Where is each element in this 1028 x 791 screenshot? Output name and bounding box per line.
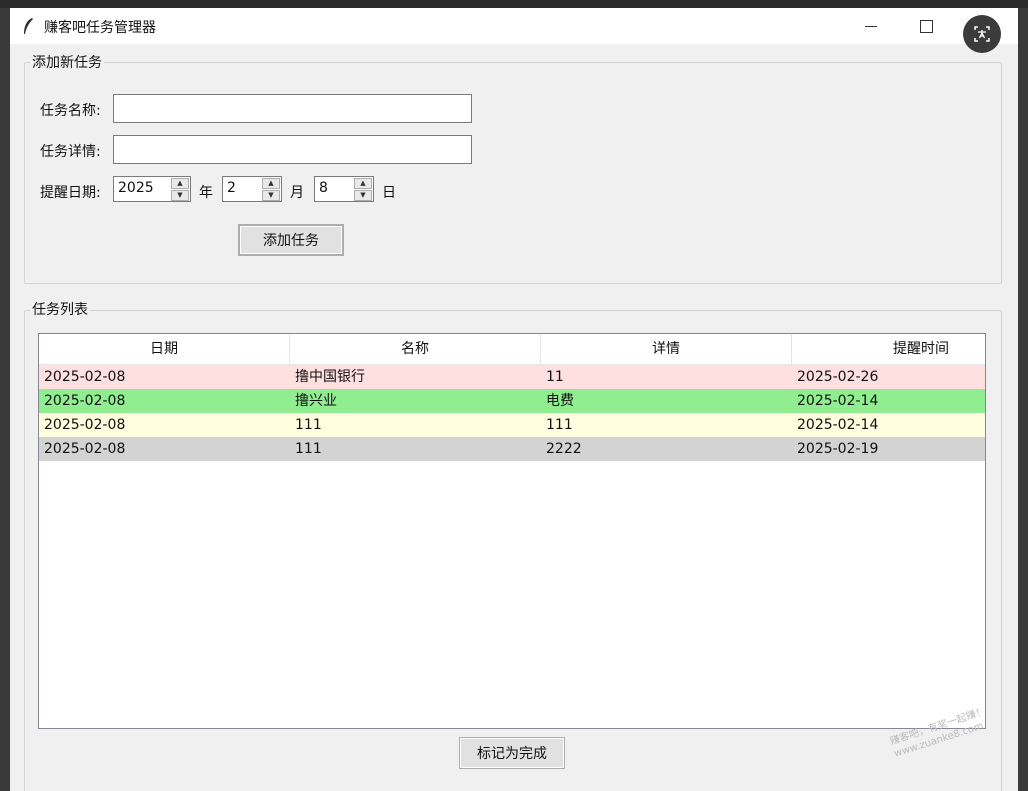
- spin-up-icon[interactable]: ▲: [171, 178, 189, 189]
- spin-up-icon[interactable]: ▲: [262, 178, 280, 189]
- task-table[interactable]: 日期 名称 详情 提醒时间 2025-02-08 撸中国银行 11 2025-0…: [38, 333, 986, 729]
- month-spinbox[interactable]: 2 ▲ ▼: [222, 176, 282, 202]
- cell-date: 2025-02-08: [44, 369, 126, 385]
- spin-down-icon[interactable]: ▼: [171, 190, 189, 201]
- day-unit-label: 日: [382, 185, 396, 201]
- cell-name: 撸兴业: [295, 393, 337, 409]
- cell-remind: 2025-02-19: [797, 441, 879, 457]
- background-strip: [0, 0, 1028, 8]
- cell-date: 2025-02-08: [44, 417, 126, 433]
- task-list-legend: 任务列表: [30, 299, 90, 319]
- spin-down-icon[interactable]: ▼: [262, 190, 280, 201]
- cell-detail: 11: [546, 369, 564, 385]
- minimize-button[interactable]: [848, 8, 894, 44]
- column-header-date[interactable]: 日期: [39, 334, 290, 364]
- day-value: 8: [319, 180, 328, 196]
- column-header-name[interactable]: 名称: [290, 334, 541, 364]
- task-name-input[interactable]: [113, 94, 472, 123]
- cell-remind: 2025-02-14: [797, 417, 879, 433]
- app-window: 赚客吧任务管理器 添加新任务 任务名称: 任务详情: 提醒日期: 2025 ▲ ▼…: [10, 8, 1018, 791]
- cell-name: 撸中国银行: [295, 369, 365, 385]
- cell-remind: 2025-02-14: [797, 393, 879, 409]
- cell-detail: 2222: [546, 441, 582, 457]
- table-row[interactable]: 2025-02-08 撸中国银行 11 2025-02-26: [39, 365, 985, 389]
- window-title: 赚客吧任务管理器: [44, 20, 156, 36]
- spin-up-icon[interactable]: ▲: [354, 178, 372, 189]
- day-spinbox[interactable]: 8 ▲ ▼: [314, 176, 374, 202]
- task-detail-input[interactable]: [113, 135, 472, 164]
- task-detail-label: 任务详情:: [40, 144, 101, 160]
- minimize-icon: [865, 25, 877, 27]
- remind-date-label: 提醒日期:: [40, 185, 101, 201]
- month-value: 2: [227, 180, 236, 196]
- title-bar: 赚客吧任务管理器: [10, 8, 1018, 53]
- cell-detail: 电费: [546, 393, 574, 409]
- maximize-button[interactable]: [903, 8, 949, 44]
- cell-remind: 2025-02-26: [797, 369, 879, 385]
- cell-date: 2025-02-08: [44, 393, 126, 409]
- maximize-icon: [919, 19, 933, 33]
- mark-done-button[interactable]: 标记为完成: [459, 737, 565, 769]
- cell-name: 111: [295, 417, 322, 433]
- table-row[interactable]: 2025-02-08 111 2222 2025-02-19: [39, 437, 985, 461]
- cell-detail: 111: [546, 417, 573, 433]
- year-value: 2025: [118, 180, 154, 196]
- column-header-detail[interactable]: 详情: [541, 334, 792, 364]
- cell-date: 2025-02-08: [44, 441, 126, 457]
- year-spinbox[interactable]: 2025 ▲ ▼: [113, 176, 191, 202]
- table-header: 日期 名称 详情 提醒时间: [39, 334, 985, 365]
- spin-down-icon[interactable]: ▼: [354, 190, 372, 201]
- translate-icon: [974, 26, 990, 42]
- add-task-legend: 添加新任务: [30, 52, 104, 72]
- column-header-remind[interactable]: 提醒时间: [792, 334, 985, 364]
- year-unit-label: 年: [199, 185, 213, 201]
- table-row[interactable]: 2025-02-08 111 111 2025-02-14: [39, 413, 985, 437]
- add-task-button[interactable]: 添加任务: [238, 224, 344, 256]
- task-name-label: 任务名称:: [40, 103, 101, 119]
- cell-name: 111: [295, 441, 322, 457]
- month-unit-label: 月: [290, 185, 304, 201]
- translate-button[interactable]: [963, 15, 1001, 53]
- feather-icon: [24, 18, 33, 34]
- table-row[interactable]: 2025-02-08 撸兴业 电费 2025-02-14: [39, 389, 985, 413]
